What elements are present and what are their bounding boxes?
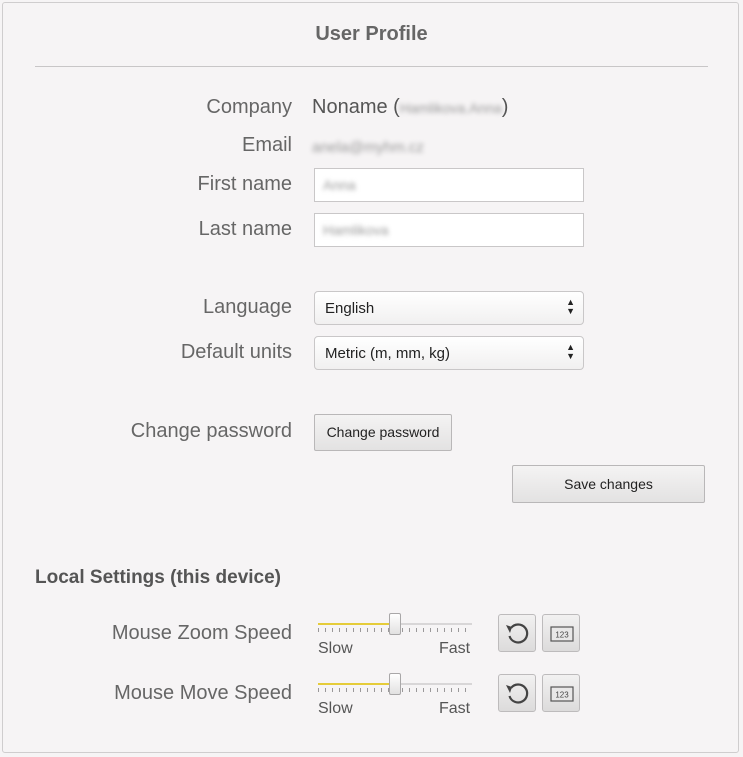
page-title: User Profile [315, 23, 428, 45]
company-detail-blurred: Hamlikova.Anna [399, 99, 502, 116]
email-label: Email [241, 134, 292, 156]
save-changes-button[interactable]: Save changes [512, 465, 705, 503]
move-fast-label: Fast [439, 700, 471, 717]
zoom-speed-slider[interactable] [318, 613, 472, 637]
last-name-value: Hamlikova [323, 222, 389, 238]
numeric-input-icon: 123 [550, 626, 574, 642]
company-name: Noname [312, 96, 388, 118]
zoom-speed-label: Mouse Zoom Speed [111, 622, 292, 644]
slider-thumb[interactable] [389, 613, 401, 635]
language-select[interactable]: English ▲ ▼ [314, 291, 584, 325]
company-value: Noname (Hamlikova.Anna) [312, 96, 508, 119]
units-label: Default units [180, 341, 292, 363]
numeric-icon-text: 123 [555, 691, 569, 700]
company-paren-close: ) [501, 96, 509, 118]
reset-icon [506, 623, 529, 644]
zoom-fast-label: Fast [439, 640, 471, 657]
change-password-button[interactable]: Change password [314, 414, 452, 451]
select-arrows-icon: ▲ ▼ [566, 297, 575, 316]
company-label: Company [206, 96, 292, 118]
select-arrows-icon: ▲ ▼ [566, 342, 575, 361]
local-settings-heading: Local Settings (this device) [35, 567, 281, 588]
last-name-label: Last name [198, 218, 292, 240]
reset-icon [506, 683, 529, 704]
change-password-label: Change password [130, 420, 292, 442]
email-value: anela@myhm.cz [312, 136, 424, 159]
numeric-icon-text: 123 [555, 631, 569, 640]
numeric-input-icon: 123 [550, 686, 574, 702]
language-label: Language [203, 296, 292, 318]
slider-fill [318, 623, 395, 625]
move-slow-label: Slow [318, 700, 353, 717]
move-numeric-button[interactable]: 123 [542, 674, 580, 712]
last-name-input[interactable]: Hamlikova [314, 213, 584, 247]
units-select[interactable]: Metric (m, mm, kg) ▲ ▼ [314, 336, 584, 370]
move-speed-label: Mouse Move Speed [114, 682, 292, 704]
units-selected: Metric (m, mm, kg) [325, 345, 450, 362]
zoom-numeric-button[interactable]: 123 [542, 614, 580, 652]
zoom-reset-button[interactable] [498, 614, 536, 652]
title-divider [35, 66, 708, 67]
move-speed-slider[interactable] [318, 673, 472, 697]
slider-fill [318, 683, 395, 685]
zoom-slow-label: Slow [318, 640, 353, 657]
email-value-blurred: anela@myhm.cz [312, 139, 424, 157]
slider-thumb[interactable] [389, 673, 401, 695]
first-name-input[interactable]: Anna [314, 168, 584, 202]
language-selected: English [325, 300, 375, 317]
move-reset-button[interactable] [498, 674, 536, 712]
first-name-label: First name [197, 173, 292, 195]
first-name-value: Anna [323, 177, 356, 193]
company-paren-open: ( [393, 96, 400, 118]
